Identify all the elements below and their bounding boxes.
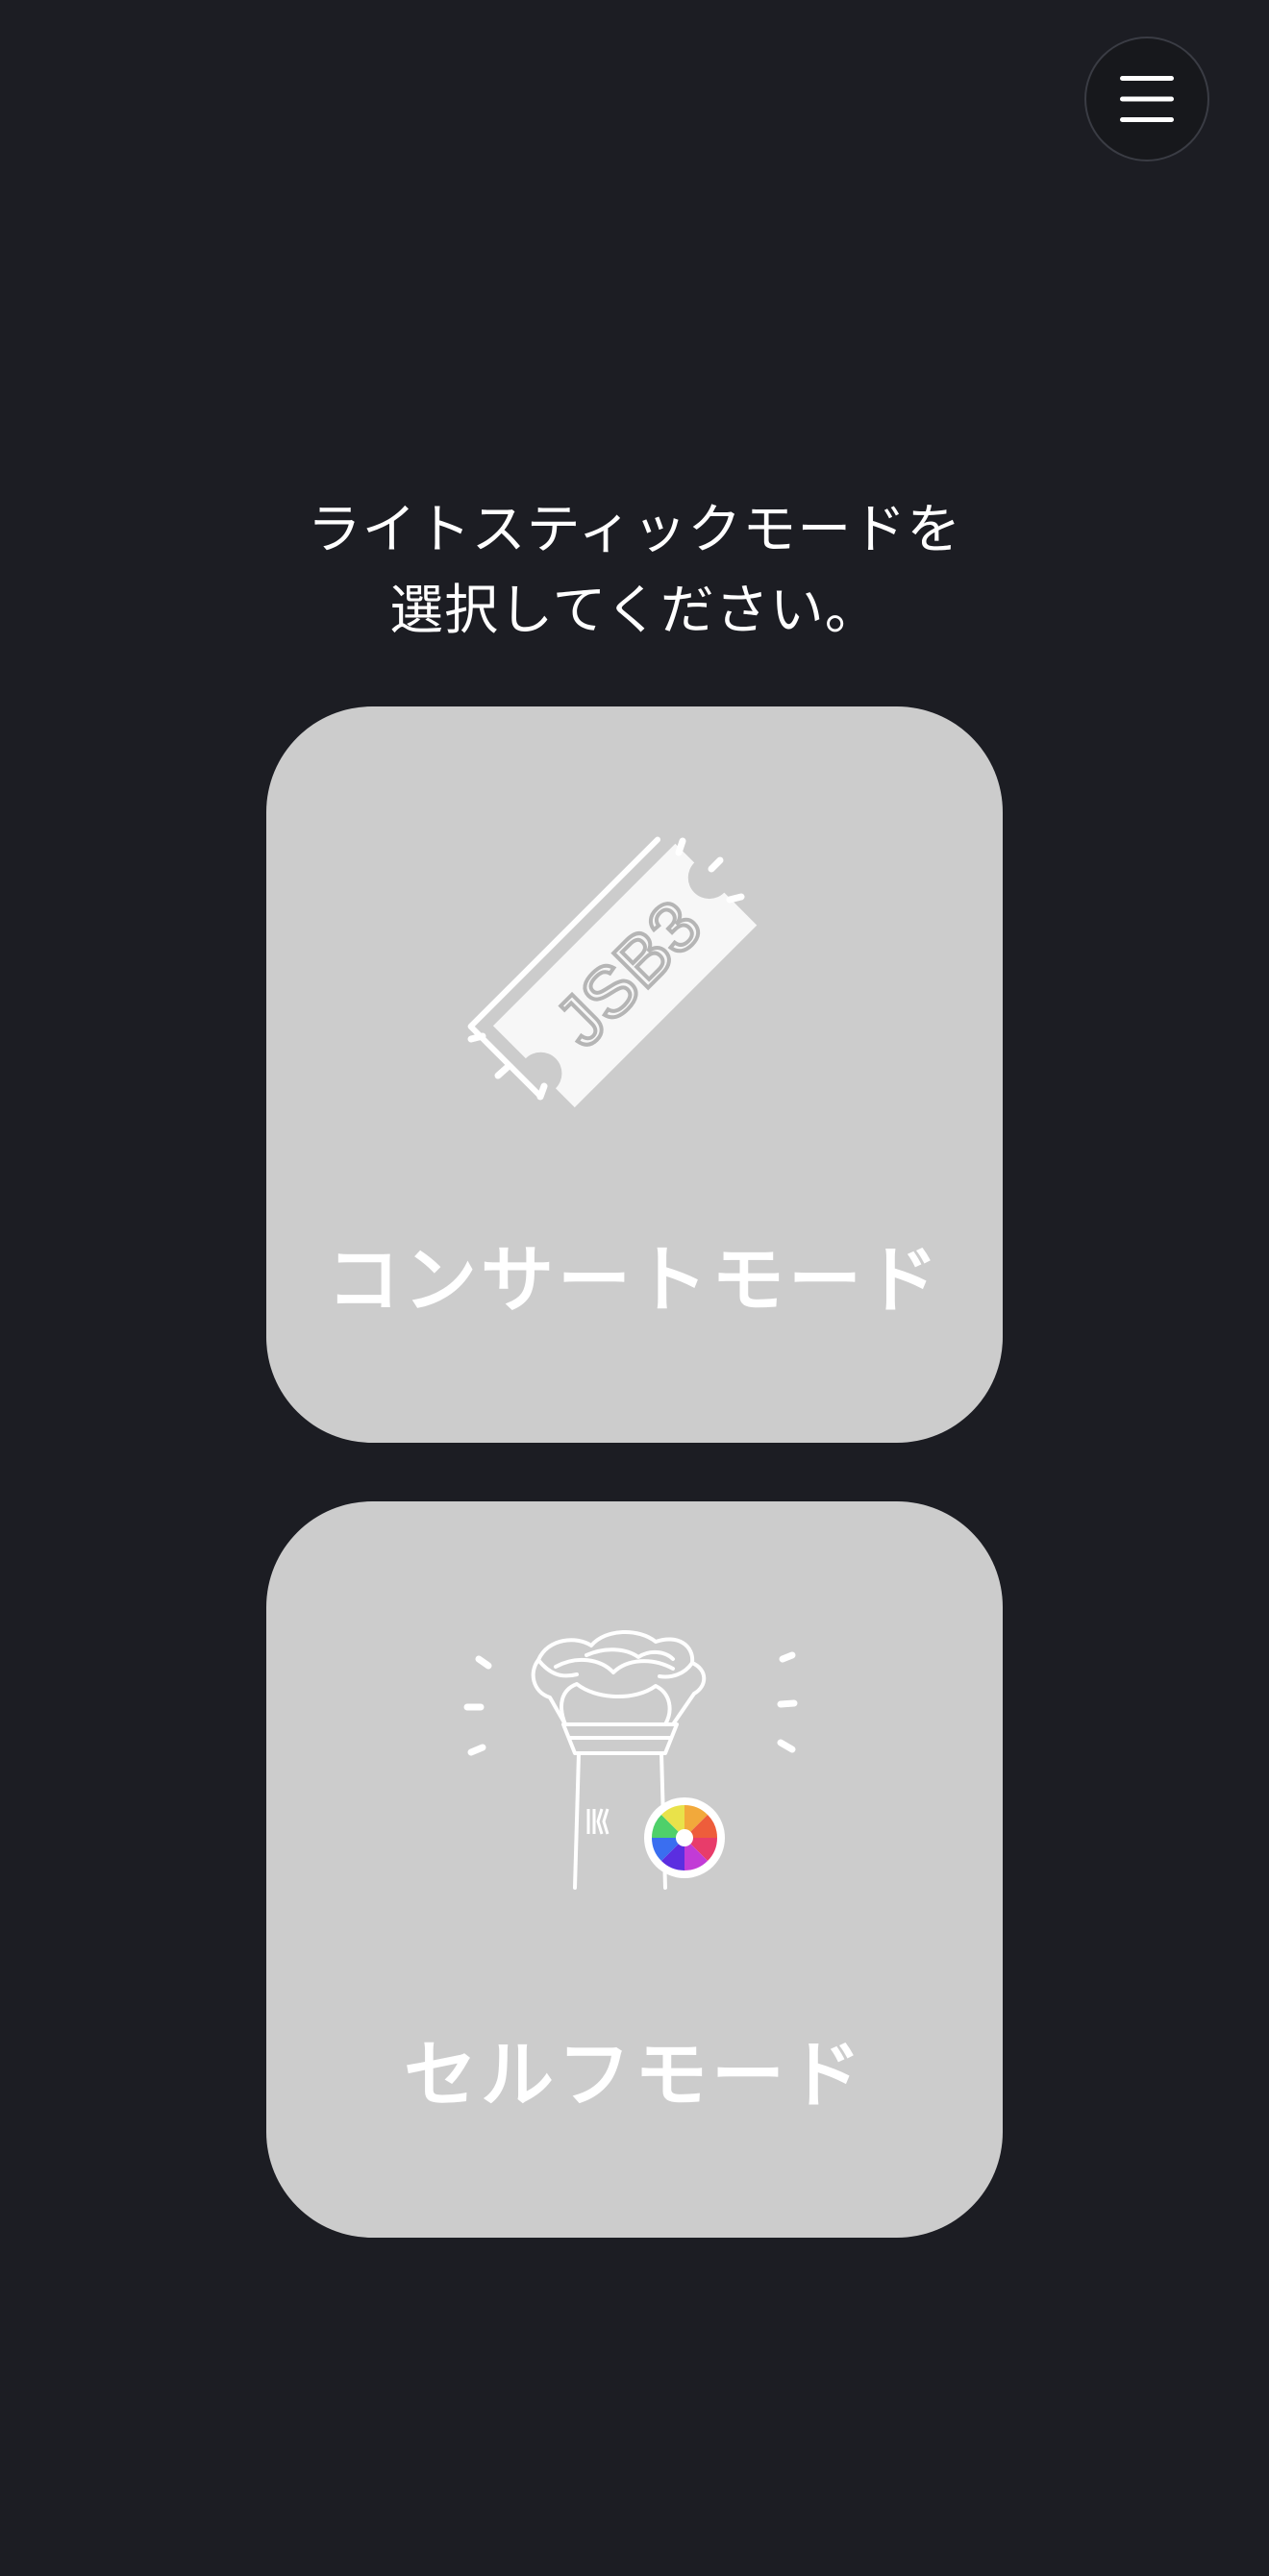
lightstick-color-wheel-icon	[442, 1617, 827, 1924]
self-mode-button[interactable]: セルフモード	[266, 1501, 1003, 2238]
concert-mode-button[interactable]: JSB3 コンサートモード	[266, 706, 1003, 1443]
mode-select-screen: ライトスティックモードを 選択してください。 JSB3 コンサートモード セルフ…	[0, 0, 1269, 2576]
self-mode-label: セルフモード	[404, 2032, 865, 2118]
concert-ticket-icon: JSB3	[442, 822, 827, 1129]
concert-mode-label: コンサートモード	[327, 1237, 942, 1323]
mode-select-prompt: ライトスティックモードを 選択してください。	[0, 490, 1269, 652]
prompt-line-2: 選択してください。	[389, 580, 880, 642]
hamburger-menu-icon	[1120, 76, 1174, 122]
menu-button[interactable]	[1084, 37, 1209, 161]
prompt-line-1: ライトスティックモードを	[307, 499, 962, 561]
